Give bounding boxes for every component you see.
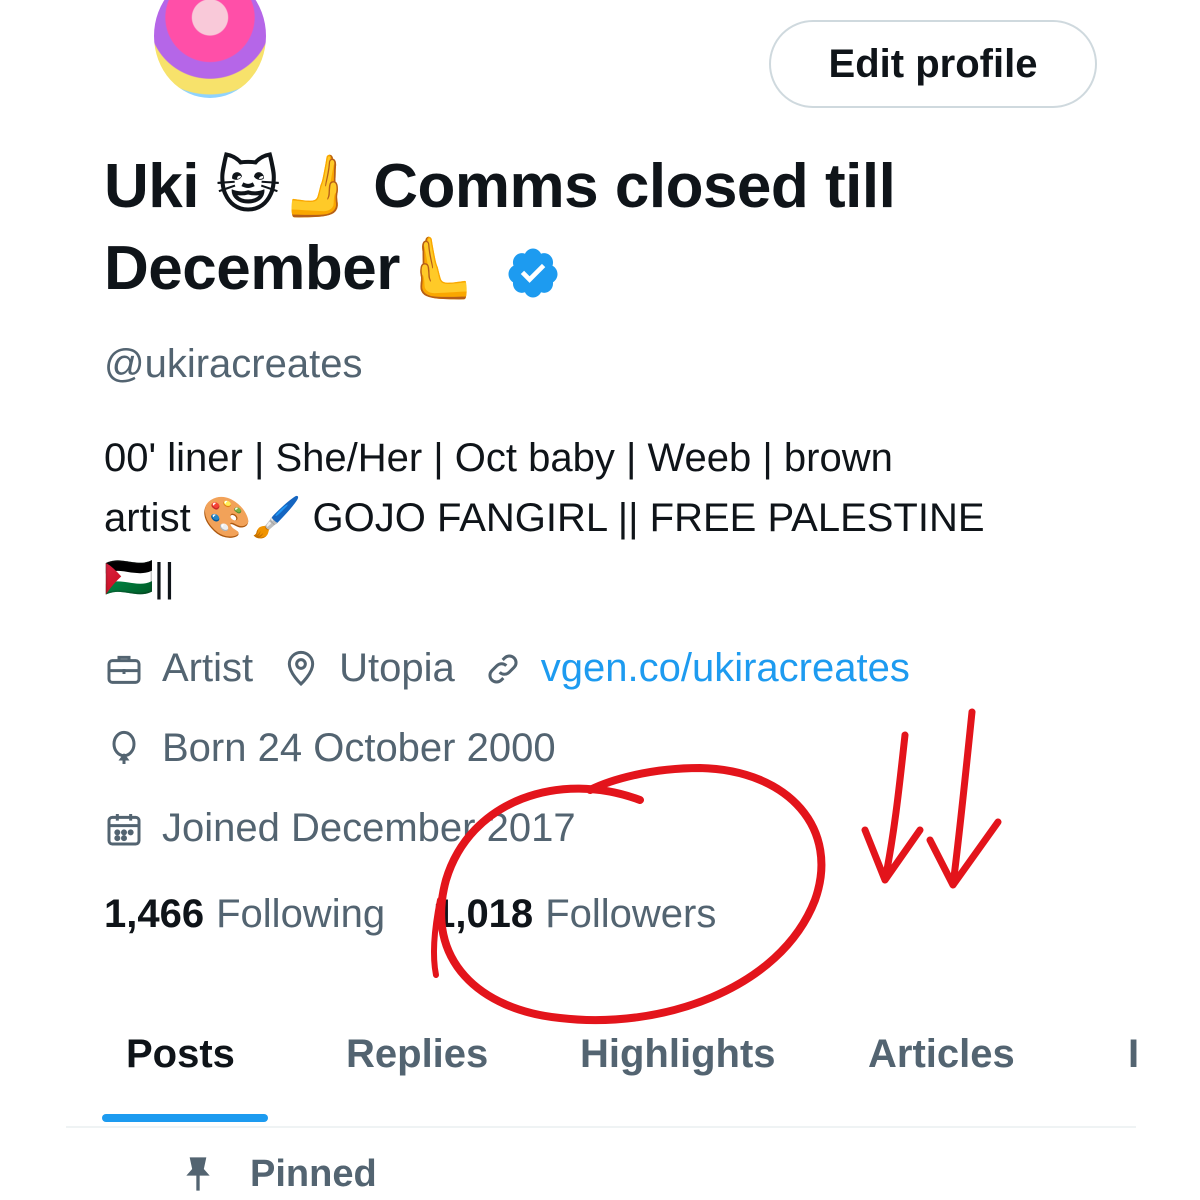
edit-profile-button[interactable]: Edit profile xyxy=(769,20,1097,108)
red-arrow-1 xyxy=(861,731,924,884)
following-count: 1,466 xyxy=(104,892,205,936)
balloon-icon xyxy=(112,730,136,764)
calendar-icon xyxy=(107,813,141,845)
tab-replies[interactable]: Replies xyxy=(346,1032,488,1077)
red-arrow-2 xyxy=(926,708,1002,889)
display-name: Uki 😺🫸 Comms closed till December🫷 xyxy=(104,146,1004,310)
tab-overflow[interactable]: I xyxy=(1128,1032,1139,1077)
profile-handle: @ukiracreates xyxy=(104,342,363,386)
website-link[interactable]: vgen.co/ukiracreates xyxy=(541,646,910,691)
birthday-text: Born 24 October 2000 xyxy=(162,726,556,770)
profile-avatar[interactable] xyxy=(150,0,270,102)
link-icon xyxy=(488,654,518,683)
joined-row: Joined December 2017 xyxy=(104,806,576,851)
location-text: Utopia xyxy=(339,646,455,690)
profile-tabs: Posts Replies Highlights Articles I xyxy=(66,1022,1139,1128)
briefcase-icon xyxy=(107,655,141,684)
following-label: Following xyxy=(216,892,386,936)
profile-meta-row: Artist Utopia vgen.co/ukiracreates xyxy=(104,646,938,691)
display-name-line-1: Uki 😺🫸 Comms closed till xyxy=(104,152,896,221)
pinned-label: Pinned xyxy=(178,1152,377,1196)
map-pin-icon xyxy=(287,650,315,686)
active-tab-indicator xyxy=(102,1114,268,1122)
followers-label: Followers xyxy=(545,892,717,936)
bio-line-3: 🇵🇸|| xyxy=(104,556,175,600)
bio-line-1: 00' liner | She/Her | Oct baby | Weeb | … xyxy=(104,436,893,480)
verified-badge-icon[interactable] xyxy=(505,245,561,301)
location-item: Utopia xyxy=(281,646,455,691)
profile-bio: 00' liner | She/Her | Oct baby | Weeb | … xyxy=(104,428,1064,608)
followers-link[interactable]: 1,018 Followers xyxy=(433,892,716,937)
profession-item: Artist xyxy=(104,646,253,691)
follow-stats: 1,466 Following 1,018 Followers xyxy=(104,892,764,937)
tab-articles[interactable]: Articles xyxy=(868,1032,1015,1077)
joined-text: Joined December 2017 xyxy=(162,806,576,850)
pinned-text: Pinned xyxy=(250,1152,377,1195)
bio-line-2: artist 🎨🖌️ GOJO FANGIRL || FREE PALESTIN… xyxy=(104,496,985,540)
pin-icon xyxy=(186,1157,210,1191)
website-item[interactable]: vgen.co/ukiracreates xyxy=(483,646,910,691)
tab-posts[interactable]: Posts xyxy=(126,1032,235,1077)
following-link[interactable]: 1,466 Following xyxy=(104,892,385,937)
profession-text: Artist xyxy=(162,646,254,690)
followers-count: 1,018 xyxy=(433,892,534,936)
birthday-row: Born 24 October 2000 xyxy=(104,726,556,771)
tab-highlights[interactable]: Highlights xyxy=(580,1032,776,1077)
display-name-line-2: December🫷 xyxy=(104,234,477,303)
